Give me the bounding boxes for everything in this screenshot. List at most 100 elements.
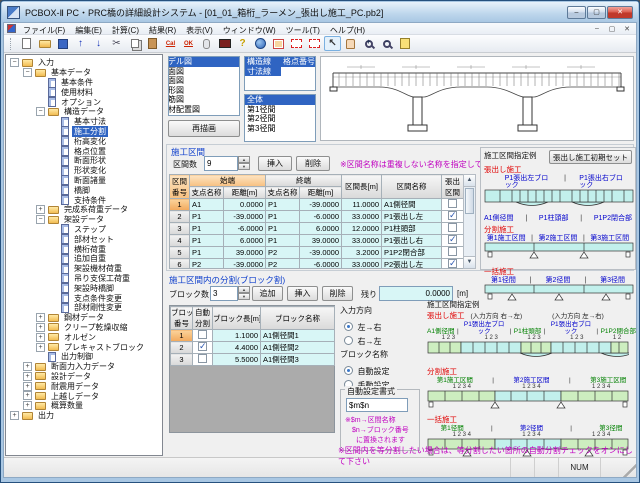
expand-icon[interactable]: +	[10, 411, 19, 420]
view-list-item[interactable]: 側面図	[169, 67, 239, 77]
mdi-close-button[interactable]: ✕	[621, 25, 633, 33]
expand-icon[interactable]: +	[36, 333, 45, 342]
tree-item-概算数量[interactable]: +概算数量	[8, 401, 162, 411]
move-down-button[interactable]: ↓	[90, 36, 107, 51]
span-list-item[interactable]: 第2径間	[245, 114, 315, 124]
paste-button[interactable]	[144, 36, 161, 51]
print-preview-button[interactable]	[396, 36, 413, 51]
menu-結果(R)[interactable]: 結果(R)	[144, 26, 181, 35]
expand-icon[interactable]: +	[36, 343, 45, 352]
span-list[interactable]: 全体第1径間第2径間第3径間	[244, 94, 316, 142]
menu-ファイル(F)[interactable]: ファイル(F)	[18, 26, 70, 35]
section-insert-button[interactable]: 挿入	[258, 156, 292, 171]
section-table-row[interactable]: 3P1-6.0000P16.000012.0000P1柱頭部	[170, 223, 464, 235]
auto-format-input[interactable]: $m$n	[346, 398, 408, 412]
collapse-icon[interactable]: −	[23, 68, 32, 77]
collapse-icon[interactable]: −	[36, 107, 45, 116]
tree-item-出力[interactable]: +出力	[8, 411, 162, 421]
select-button[interactable]: ↖	[324, 36, 341, 51]
section-table-row[interactable]: 2P1-39.0000P1-6.000033.0000P1張出し左	[170, 211, 464, 223]
help-button[interactable]: ?	[234, 36, 251, 51]
collapse-icon[interactable]: −	[36, 215, 45, 224]
span-list-item[interactable]: 第1径間	[245, 105, 315, 115]
scroll-down-icon[interactable]: ▼	[464, 256, 475, 268]
cut-button[interactable]: ✂	[108, 36, 125, 51]
block-count-input[interactable]: 3	[210, 286, 238, 301]
overlay-item[interactable]: 寸法線	[245, 67, 281, 77]
cantilever-checkbox[interactable]	[448, 235, 457, 244]
zoom-in-button[interactable]: +	[360, 36, 377, 51]
menu-計算(C)[interactable]: 計算(C)	[107, 26, 144, 35]
overlay-list[interactable]: 構造線格点番号寸法線	[244, 56, 316, 91]
calc-button[interactable]: Cal	[162, 36, 179, 51]
block-insert-button[interactable]: 挿入	[287, 286, 318, 301]
cantilever-checkbox[interactable]	[448, 199, 457, 208]
globe-button[interactable]	[252, 36, 269, 51]
overlay-item[interactable]: 構造線	[245, 57, 281, 67]
direction-right-left-radio[interactable]: 右→左	[344, 331, 381, 349]
block-table-row[interactable]: 11.1000A1側径間1	[171, 330, 335, 342]
cantilever-checkbox[interactable]	[448, 259, 457, 268]
expand-icon[interactable]: +	[23, 391, 32, 400]
view-list-item[interactable]: 配筋図	[169, 95, 239, 105]
section-count-spinner[interactable]: ▲▼	[238, 156, 250, 170]
move-up-button[interactable]: ↑	[72, 36, 89, 51]
menu-ツール(T)[interactable]: ツール(T)	[281, 26, 325, 35]
cantilever-checkbox[interactable]	[448, 223, 457, 232]
expand-icon[interactable]: +	[36, 313, 45, 322]
section-table-row[interactable]: 1A10.0000P1-39.000011.0000A1側径間	[170, 199, 464, 211]
expand-icon[interactable]: +	[23, 401, 32, 410]
construction-section-table[interactable]: 区間番号始端終端区間長[m]区間名称張出区間支点名称距離[m]支点名称距離[m]…	[169, 174, 463, 269]
block-delete-button[interactable]: 削除	[322, 286, 353, 301]
overlay-item[interactable]: 格点番号	[281, 57, 315, 67]
span-list-item[interactable]: 第3径間	[245, 124, 315, 134]
menu-表示(V)[interactable]: 表示(V)	[181, 26, 218, 35]
block-count-spinner[interactable]: ▲▼	[238, 286, 250, 300]
table-scrollbar[interactable]: ▲ ▼	[463, 174, 476, 269]
mdi-restore-button[interactable]: ▢	[606, 25, 618, 33]
block-table-row[interactable]: 24.4000A1側径間2	[171, 342, 335, 354]
expand-icon[interactable]: +	[36, 323, 45, 332]
scroll-thumb[interactable]	[465, 188, 474, 214]
expand-icon[interactable]: +	[23, 372, 32, 381]
save-file-button[interactable]	[54, 36, 71, 51]
zoom-window-button[interactable]	[306, 36, 323, 51]
cantilever-checkbox[interactable]	[448, 211, 457, 220]
section-table-row[interactable]: 5P139.0000P2-39.00003.2000P1P2閉合部	[170, 247, 464, 259]
overlay-item[interactable]	[281, 67, 315, 77]
auto-split-checkbox[interactable]	[198, 342, 207, 351]
expand-icon[interactable]: +	[23, 362, 32, 371]
cantilever-init-button[interactable]: 張出し施工初期セット	[549, 150, 632, 164]
zoom-out-button[interactable]: −	[378, 36, 395, 51]
copy-button[interactable]	[126, 36, 143, 51]
plot-area-button[interactable]	[270, 36, 287, 51]
restore-button[interactable]: ▢	[587, 6, 606, 19]
redraw-button[interactable]: 再描画	[168, 120, 240, 137]
section-table-row[interactable]: 6P2-39.0000P2-6.000033.0000P2張出し左	[170, 259, 464, 270]
check-button[interactable]: OK	[180, 36, 197, 51]
auto-split-checkbox[interactable]	[198, 330, 207, 339]
section-delete-button[interactable]: 削除	[296, 156, 330, 171]
cantilever-checkbox[interactable]	[448, 247, 457, 256]
pan-button[interactable]	[342, 36, 359, 51]
view-type-list[interactable]: モデル図側面図断面図線形図配筋図鋼材配置図	[168, 56, 240, 116]
view-list-item[interactable]: モデル図	[169, 57, 239, 67]
image-view-button[interactable]	[216, 36, 233, 51]
section-table-row[interactable]: 4P16.0000P139.000033.0000P1張出し右	[170, 235, 464, 247]
mdi-minimize-button[interactable]: –	[591, 25, 603, 33]
section-count-input[interactable]: 9	[204, 156, 238, 171]
zoom-extents-button[interactable]	[288, 36, 305, 51]
open-file-button[interactable]	[36, 36, 53, 51]
view-list-item[interactable]: 断面図	[169, 76, 239, 86]
menu-ヘルプ(H)[interactable]: ヘルプ(H)	[325, 26, 370, 35]
menu-ウィンドウ(W)[interactable]: ウィンドウ(W)	[218, 26, 281, 35]
auto-split-checkbox[interactable]	[198, 354, 207, 363]
pointer-tool-button[interactable]	[198, 36, 215, 51]
close-button[interactable]: ✕	[607, 6, 633, 19]
tree-item-上越しデータ[interactable]: +上越しデータ	[8, 391, 162, 401]
minimize-button[interactable]: –	[567, 6, 586, 19]
scroll-up-icon[interactable]: ▲	[464, 175, 475, 187]
menu-編集(E)[interactable]: 編集(E)	[70, 26, 107, 35]
block-table-row[interactable]: 35.5000A1側径間3	[171, 354, 335, 366]
toolbar-grip[interactable]	[10, 38, 13, 50]
